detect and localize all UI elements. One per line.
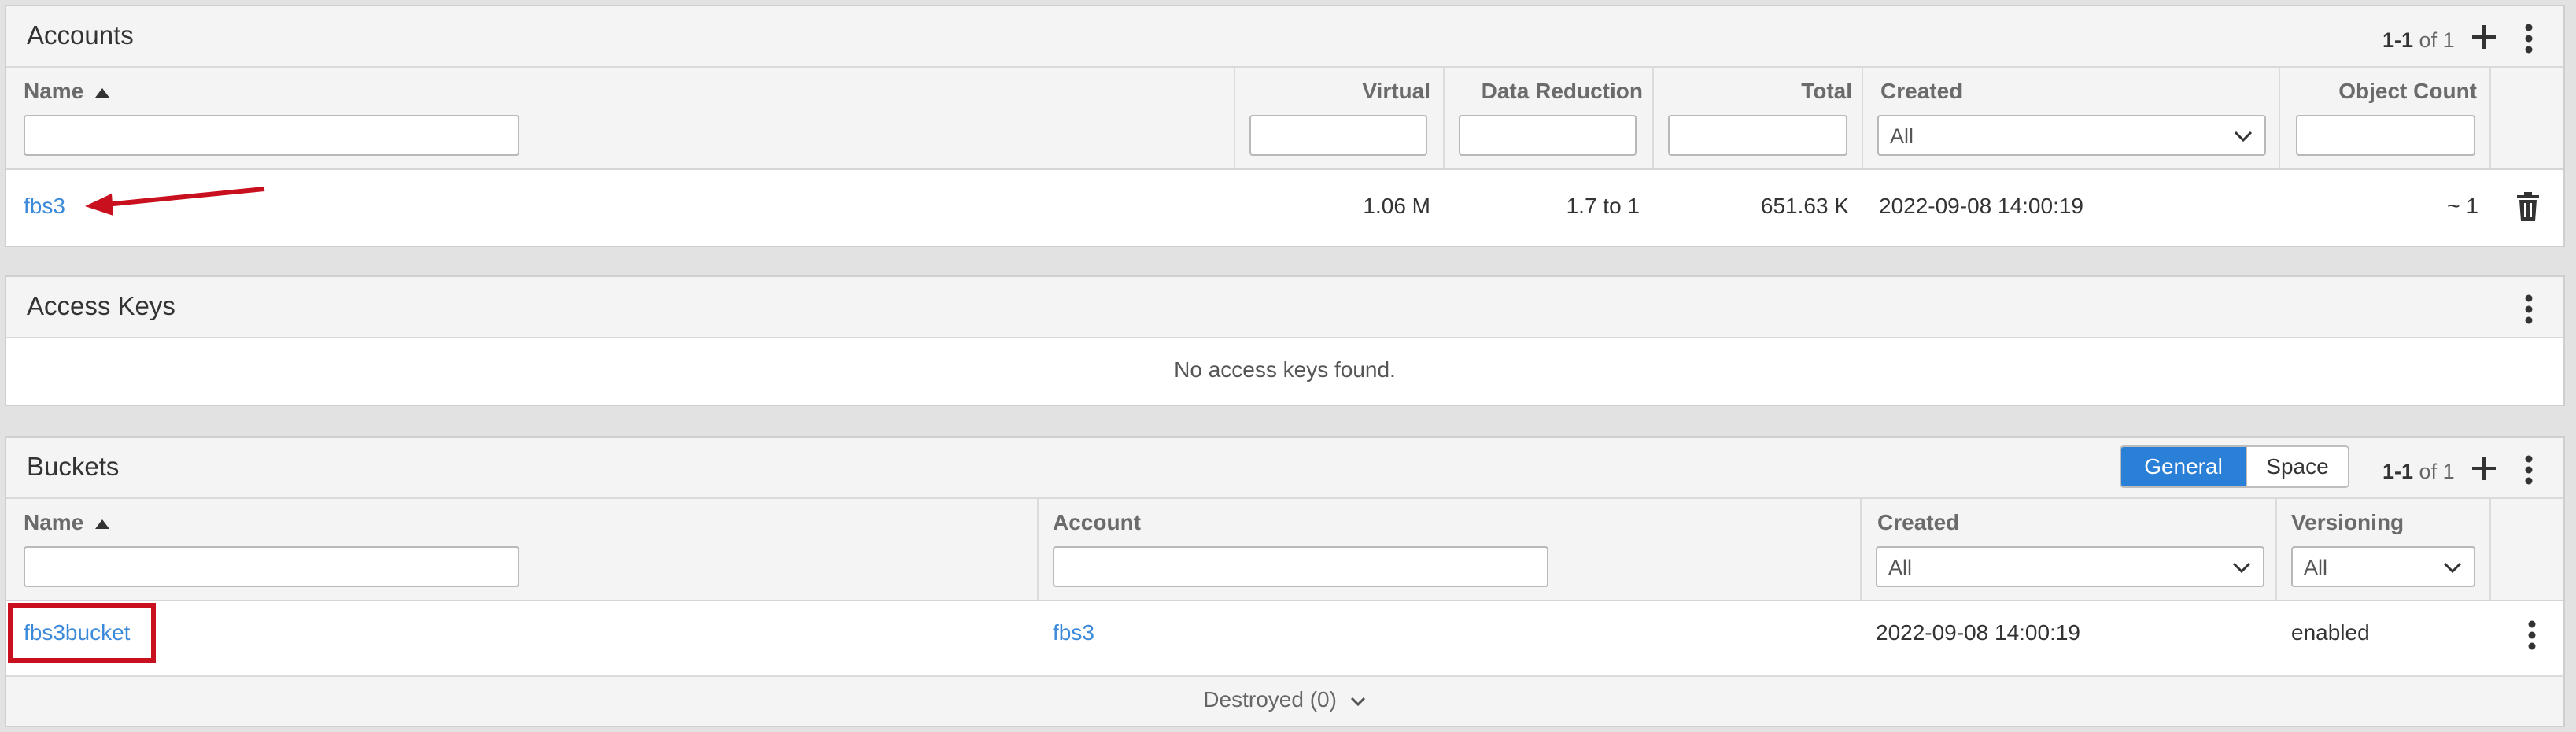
buckets-table-header: Name Account Created All Versioning All: [6, 499, 2563, 601]
accounts-pager: 1-1 of 1: [2382, 28, 2455, 53]
account-created: 2022-09-08 14:00:19: [1879, 194, 2083, 218]
buckets-name-filter[interactable]: [24, 546, 519, 587]
col-divider: [1860, 499, 1862, 600]
col-divider: [2279, 68, 2280, 168]
buckets-versioning-select-value: All: [2304, 556, 2328, 579]
accounts-created-select-value: All: [1890, 124, 1914, 148]
col-divider: [1037, 499, 1039, 600]
annotation-highlight-box: [8, 603, 156, 663]
trash-icon[interactable]: [2516, 192, 2540, 222]
accounts-pager-of: of 1: [2419, 28, 2455, 52]
accounts-col-name-label: Name: [24, 79, 84, 103]
general-view-button[interactable]: General: [2121, 447, 2246, 486]
chevron-down-icon: [2232, 562, 2251, 574]
buckets-col-account[interactable]: Account: [1053, 510, 1141, 535]
buckets-more-menu-icon[interactable]: [2524, 455, 2534, 485]
buckets-title: Buckets: [27, 452, 120, 481]
add-bucket-plus-icon[interactable]: [2471, 455, 2497, 482]
col-divider: [1862, 68, 1863, 168]
accounts-total-filter[interactable]: [1668, 115, 1847, 156]
destroyed-label: Destroyed (0): [1203, 687, 1337, 712]
accounts-col-name[interactable]: Name: [24, 79, 110, 104]
access-keys-empty-message: No access keys found.: [1174, 357, 1396, 382]
accounts-object-count-filter[interactable]: [2296, 115, 2475, 156]
accounts-virtual-filter[interactable]: [1249, 115, 1427, 156]
access-keys-more-menu-icon[interactable]: [2524, 294, 2534, 324]
account-virtual: 1.06 M: [1363, 194, 1430, 218]
sort-ascending-icon: [95, 87, 110, 98]
col-divider: [1443, 68, 1445, 168]
col-divider: [2489, 68, 2491, 168]
buckets-versioning-select[interactable]: All: [2291, 546, 2475, 587]
buckets-view-toggle: General Space: [2120, 445, 2349, 488]
annotation-arrow: [85, 187, 265, 216]
chevron-down-icon: [2443, 562, 2462, 574]
buckets-pager-of: of 1: [2419, 460, 2455, 483]
access-keys-panel: Access Keys No access keys found.: [5, 275, 2565, 406]
accounts-created-select[interactable]: All: [1877, 115, 2266, 156]
accounts-col-data-reduction[interactable]: Data Reduction: [1454, 79, 1643, 104]
buckets-header: Buckets General Space 1-1 of 1: [6, 438, 2563, 499]
buckets-created-select-value: All: [1888, 556, 1913, 579]
buckets-pager: 1-1 of 1: [2382, 460, 2455, 484]
account-name-link[interactable]: fbs3: [24, 194, 65, 219]
accounts-name-filter[interactable]: [24, 115, 519, 156]
bucket-versioning: enabled: [2291, 620, 2370, 645]
buckets-pager-range: 1-1: [2382, 460, 2414, 483]
buckets-panel: Buckets General Space 1-1 of 1 Name Acco…: [5, 436, 2565, 727]
buckets-col-created[interactable]: Created: [1877, 510, 1959, 535]
accounts-col-virtual[interactable]: Virtual: [1344, 79, 1430, 104]
bucket-row-more-menu-icon[interactable]: [2527, 620, 2537, 650]
bucket-created: 2022-09-08 14:00:19: [1876, 620, 2080, 645]
buckets-created-select[interactable]: All: [1876, 546, 2264, 587]
space-view-button[interactable]: Space: [2246, 447, 2348, 486]
accounts-col-created[interactable]: Created: [1880, 79, 1962, 104]
buckets-col-name[interactable]: Name: [24, 510, 110, 535]
accounts-table-row: fbs3 1.06 M 1.7 to 1 651.63 K 2022-09-08…: [6, 170, 2563, 246]
add-account-plus-icon[interactable]: [2471, 24, 2497, 50]
col-divider: [1234, 68, 1235, 168]
col-divider: [2275, 499, 2277, 600]
chevron-down-icon: [1350, 697, 1365, 706]
buckets-table-row: fbs3bucket fbs3 2022-09-08 14:00:19 enab…: [6, 601, 2563, 677]
access-keys-title: Access Keys: [27, 291, 175, 320]
chevron-down-icon: [2234, 131, 2253, 142]
buckets-col-name-label: Name: [24, 510, 84, 534]
accounts-table-header: Name Virtual Data Reduction Total Create…: [6, 68, 2563, 170]
accounts-panel: Accounts 1-1 of 1 Name Virtual Data Redu…: [5, 5, 2565, 247]
col-divider: [2489, 499, 2491, 600]
accounts-header: Accounts 1-1 of 1: [6, 6, 2563, 68]
account-data-reduction: 1.7 to 1: [1566, 194, 1640, 218]
bucket-account-link[interactable]: fbs3: [1053, 620, 1094, 645]
col-divider: [1652, 68, 1654, 168]
sort-ascending-icon: [95, 519, 110, 529]
accounts-pager-range: 1-1: [2382, 28, 2414, 52]
destroyed-toggle[interactable]: Destroyed (0): [6, 677, 2563, 726]
access-keys-header: Access Keys: [6, 277, 2563, 338]
account-object-count: ~ 1: [2447, 194, 2478, 218]
accounts-col-total[interactable]: Total: [1737, 79, 1852, 104]
buckets-col-versioning[interactable]: Versioning: [2291, 510, 2404, 535]
accounts-more-menu-icon[interactable]: [2524, 24, 2534, 54]
buckets-account-filter[interactable]: [1053, 546, 1548, 587]
account-total: 651.63 K: [1760, 194, 1849, 218]
accounts-data-reduction-filter[interactable]: [1459, 115, 1637, 156]
accounts-col-object-count[interactable]: Object Count: [2288, 79, 2477, 104]
accounts-title: Accounts: [27, 20, 134, 50]
